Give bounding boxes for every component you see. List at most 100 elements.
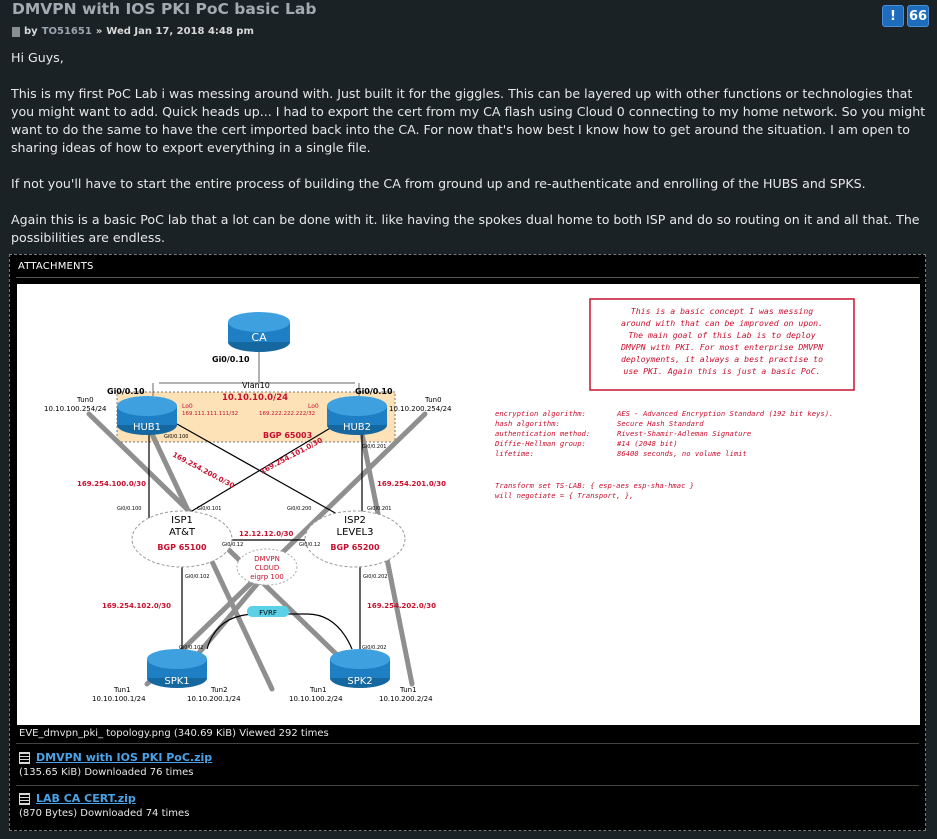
note-line: DMVPN with PKI. For most enterprise DMVP… (620, 342, 823, 352)
report-button[interactable]: ! (882, 5, 904, 27)
spk-tun: Tun1 (309, 686, 327, 694)
bgp-hub-label: BGP 65003 (263, 431, 312, 440)
separator: » (95, 26, 103, 37)
hub1-gi-label: Gi0/0.10 (107, 387, 145, 396)
file-download-link[interactable]: DMVPN with IOS PKI PoC.zip (36, 751, 212, 764)
crypto-value: Secure Hash Standard (617, 419, 704, 428)
crypto-info: encryption algorithm: hash algorithm: au… (494, 409, 833, 500)
spk1-label: SPK1 (164, 676, 189, 687)
hub1-lo-ip: 169.111.111.111/32 (182, 411, 238, 417)
file-meta: (135.65 KiB) Downloaded 76 times (19, 767, 194, 778)
dmvpn-label: DMVPN (254, 555, 280, 563)
hub2-port: Gi0/0.201 (362, 444, 386, 450)
attachment-file: DMVPN with IOS PKI PoC.zip (135.65 KiB) … (19, 751, 212, 778)
ca-if-label: Gi0/0.10 (212, 355, 250, 364)
note-line: use PKI. Again this is just a basic PoC. (623, 366, 820, 376)
quote-button[interactable]: 66 (907, 5, 929, 27)
net-101: 169.254.101.0/30 (259, 436, 324, 476)
crypto-key: encryption algorithm: (495, 409, 586, 418)
spk-tun-ip: 10.10.100.2/24 (289, 695, 343, 703)
isp2-port: Gi0/0.201 (367, 506, 391, 512)
crypto-value: 86400 seconds, no volume limit (617, 449, 747, 458)
file-meta: (870 Bytes) Downloaded 74 times (19, 808, 190, 819)
isp2-port: Gi0/0.200 (287, 506, 311, 512)
hub1-tun: Tun0 (76, 396, 94, 404)
image-caption: EVE_dmvpn_pki_ topology.png (340.69 KiB)… (19, 728, 329, 739)
hub2-router: HUB2 (327, 396, 387, 435)
file-link-row: DMVPN with IOS PKI PoC.zip (19, 751, 212, 764)
net-200: 169.254.200.0/30 (171, 451, 236, 491)
post-actions: ! 66 (882, 5, 929, 27)
net-201: 169.254.201.0/30 (377, 480, 446, 488)
hub2-gi-label: Gi0/0.10 (355, 387, 393, 396)
spk1-router: SPK1 (147, 649, 207, 688)
spk-tun-ip: 10.10.200.1/24 (187, 695, 241, 703)
hub2-tun: Tun0 (424, 396, 442, 404)
attachments-header: ATTACHMENTS (18, 261, 94, 272)
spk-tun-ip: 10.10.200.2/24 (379, 695, 433, 703)
net-202: 169.254.202.0/30 (367, 602, 436, 610)
divider (16, 277, 919, 278)
post-author-line: by TO51651 » Wed Jan 17, 2018 4:48 pm (12, 26, 254, 37)
net-102: 169.254.102.0/30 (102, 602, 171, 610)
author-link[interactable]: TO51651 (42, 26, 92, 37)
isp1-port: Gi0/0.12 (222, 542, 243, 548)
fvrf-label: FVRF (259, 609, 277, 617)
isp2-cloud: ISP2 LEVEL3 BGP 65200 (304, 510, 406, 568)
post-body: Hi Guys, This is my first PoC Lab i was … (11, 49, 929, 265)
post-date: Wed Jan 17, 2018 4:48 pm (106, 26, 254, 37)
cloud-label: CLOUD (255, 564, 280, 572)
isp2-port: Gi0/0.12 (299, 542, 320, 548)
isp2-carrier: LEVEL3 (337, 527, 374, 538)
zip-file-icon (19, 751, 30, 764)
paragraph: Hi Guys, (11, 50, 64, 65)
isp1-port: Gi0/0.100 (117, 506, 141, 512)
transform-line: Transform set TS-LAB: { esp-aes esp-sha-… (495, 481, 694, 490)
topology-diagram: CA Gi0/0.10 Vlan10 10.10.10.0/24 Gi0/0.1… (44, 298, 855, 703)
spk2-label: SPK2 (347, 676, 372, 687)
hub2-tun-ip: 10.10.200.254/24 (389, 405, 452, 413)
transform-line: will negotiate = { Transport, }, (495, 491, 633, 500)
paragraph: This is my first PoC Lab i was messing a… (11, 86, 926, 155)
hub2-label: HUB2 (343, 422, 371, 433)
spk2-router: SPK2 (330, 649, 390, 688)
hub1-label: HUB1 (133, 422, 161, 433)
crypto-value: AES - Advanced Encryption Standard (192 … (616, 409, 833, 418)
file-download-link[interactable]: LAB CA CERT.zip (36, 792, 136, 805)
isp1-cloud: ISP1 AT&T BGP 65100 (131, 510, 233, 568)
isp1-port: Gi0/0.101 (197, 506, 221, 512)
ca-router: CA (228, 312, 290, 352)
crypto-key: authentication method: (495, 429, 590, 438)
net-100: 169.254.100.0/30 (77, 480, 146, 488)
isp1-bgp: BGP 65100 (157, 543, 207, 552)
isp2-port: Gi0/0.202 (363, 574, 387, 580)
note-line: The main goal of this Lab is to deploy (628, 330, 815, 340)
crypto-key: lifetime: (495, 449, 534, 458)
crypto-key: hash algorithm: (495, 419, 560, 428)
topology-image[interactable]: CA Gi0/0.10 Vlan10 10.10.10.0/24 Gi0/0.1… (17, 284, 920, 725)
paragraph: Again this is a basic PoC lab that a lot… (11, 212, 920, 245)
hub1-lo-label: Lo0 (182, 403, 193, 410)
hub1-router: HUB1 (117, 396, 177, 435)
by-label: by (24, 26, 38, 37)
crypto-value: Rivest-Shamir-Adleman Signature (617, 429, 751, 438)
spk-tun: Tun2 (210, 686, 228, 694)
hub1-port: Gi0/0.100 (164, 434, 188, 440)
paragraph: If not you'll have to start the entire p… (11, 176, 866, 191)
hub2-lo-label: Lo0 (308, 403, 319, 410)
vlan-net-label: 10.10.10.0/24 (222, 393, 288, 403)
note-line: around with that can be improved on upon… (621, 318, 823, 328)
isp1-port: Gi0/0.102 (185, 574, 209, 580)
dmvpn-cloud: DMVPN CLOUD eigrp 100 (236, 548, 298, 586)
isp1-name: ISP1 (171, 515, 193, 526)
note-line: This is a basic concept I was messing (631, 306, 813, 316)
note-line: deployments, it always a best practise t… (621, 354, 823, 364)
eigrp-label: eigrp 100 (250, 573, 284, 581)
post-title[interactable]: DMVPN with IOS PKI PoC basic Lab (12, 0, 316, 18)
ca-label: CA (251, 331, 267, 344)
spk-tun: Tun1 (113, 686, 131, 694)
isp1-carrier: AT&T (169, 527, 196, 538)
spk-tun: Tun1 (399, 686, 417, 694)
hub2-lo-ip: 169.222.222.222/32 (259, 411, 315, 417)
divider (16, 743, 919, 744)
